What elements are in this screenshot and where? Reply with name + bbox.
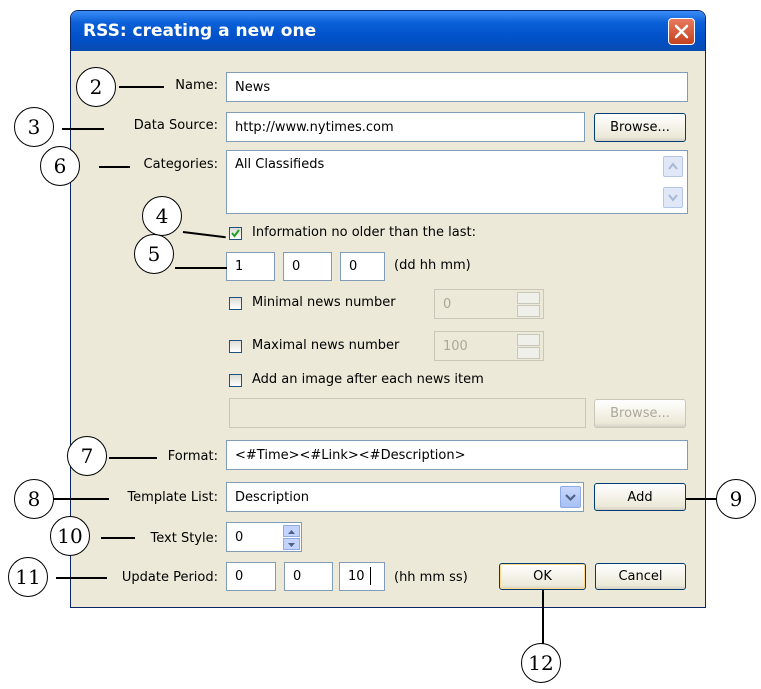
callout-line-6 <box>99 166 130 168</box>
callout-5: 5 <box>134 234 174 274</box>
categories-item[interactable]: All Classifieds <box>235 157 324 172</box>
ok-button[interactable]: OK <box>499 563 586 590</box>
categories-list[interactable]: All Classifieds <box>226 150 688 214</box>
text-cursor <box>370 567 371 585</box>
callout-7: 7 <box>67 436 107 476</box>
update-minutes-input[interactable]: 0 <box>284 562 333 591</box>
close-button[interactable] <box>668 18 695 45</box>
callout-line-10 <box>101 537 135 539</box>
min-news-spin-up[interactable] <box>517 292 540 304</box>
image-path-input[interactable] <box>229 398 586 428</box>
scroll-down-button[interactable] <box>663 187 683 208</box>
add-image-checkbox[interactable] <box>229 374 242 387</box>
info-days-input[interactable]: 1 <box>226 252 275 281</box>
update-seconds-input[interactable]: 10 <box>339 562 385 591</box>
callout-10: 10 <box>50 516 90 556</box>
info-hours-input[interactable]: 0 <box>283 252 332 281</box>
chevron-down-icon <box>668 194 678 202</box>
callout-12: 12 <box>521 643 561 683</box>
callout-line-5 <box>175 267 227 269</box>
data-source-input[interactable]: http://www.nytimes.com <box>226 112 585 142</box>
callout-line-3 <box>62 128 104 130</box>
min-news-spin-down[interactable] <box>517 305 540 317</box>
info-older-checkbox[interactable] <box>229 227 242 240</box>
callout-line-12 <box>542 590 544 646</box>
add-image-label: Add an image after each news item <box>252 372 484 387</box>
max-news-label: Maximal news number <box>252 338 400 353</box>
info-units-label: (dd hh mm) <box>394 258 471 273</box>
callout-2: 2 <box>76 67 116 107</box>
callout-line-2 <box>119 86 164 88</box>
data-source-label: Data Source: <box>133 118 218 133</box>
max-news-checkbox[interactable] <box>229 340 242 353</box>
title-bar[interactable]: RSS: creating a new one <box>71 11 705 51</box>
categories-label: Categories: <box>143 157 218 172</box>
min-news-label: Minimal news number <box>252 295 396 310</box>
check-icon <box>231 229 240 238</box>
template-list-select[interactable]: Description <box>226 482 584 512</box>
info-minutes-input[interactable]: 0 <box>340 252 385 281</box>
image-browse-button[interactable]: Browse... <box>594 399 686 428</box>
callout-line-8 <box>53 498 109 500</box>
callout-4: 4 <box>142 196 182 236</box>
callout-11: 11 <box>8 557 48 597</box>
callout-line-9 <box>686 498 720 500</box>
close-icon <box>674 24 689 39</box>
chevron-up-icon <box>668 162 678 170</box>
text-style-spin-up[interactable] <box>283 525 300 537</box>
callout-3: 3 <box>14 107 54 147</box>
min-news-checkbox[interactable] <box>229 297 242 310</box>
max-news-spin-up[interactable] <box>517 334 540 346</box>
callout-line-11 <box>56 577 107 579</box>
arrow-down-icon <box>288 543 295 547</box>
update-units-label: (hh mm ss) <box>394 570 468 585</box>
callout-6: 6 <box>40 146 80 186</box>
text-style-label: Text Style: <box>150 531 218 546</box>
max-news-spin-down[interactable] <box>517 347 540 359</box>
template-list-dropdown-button[interactable] <box>560 486 581 508</box>
add-template-button[interactable]: Add <box>594 483 686 511</box>
chevron-down-icon <box>565 494 576 502</box>
format-input[interactable]: <#Time><#Link><#Description> <box>226 440 688 470</box>
arrow-up-icon <box>288 530 295 534</box>
info-older-label: Information no older than the last: <box>252 225 476 240</box>
callout-9: 9 <box>716 479 756 519</box>
cancel-button[interactable]: Cancel <box>595 563 686 590</box>
window-title: RSS: creating a new one <box>83 21 317 41</box>
scroll-up-button[interactable] <box>663 156 683 177</box>
data-source-browse-button[interactable]: Browse... <box>594 113 686 142</box>
callout-line-7 <box>109 457 157 459</box>
name-input[interactable]: News <box>226 72 688 102</box>
text-style-spin-down[interactable] <box>283 538 300 550</box>
update-hours-input[interactable]: 0 <box>226 562 276 591</box>
callout-8: 8 <box>14 479 54 519</box>
